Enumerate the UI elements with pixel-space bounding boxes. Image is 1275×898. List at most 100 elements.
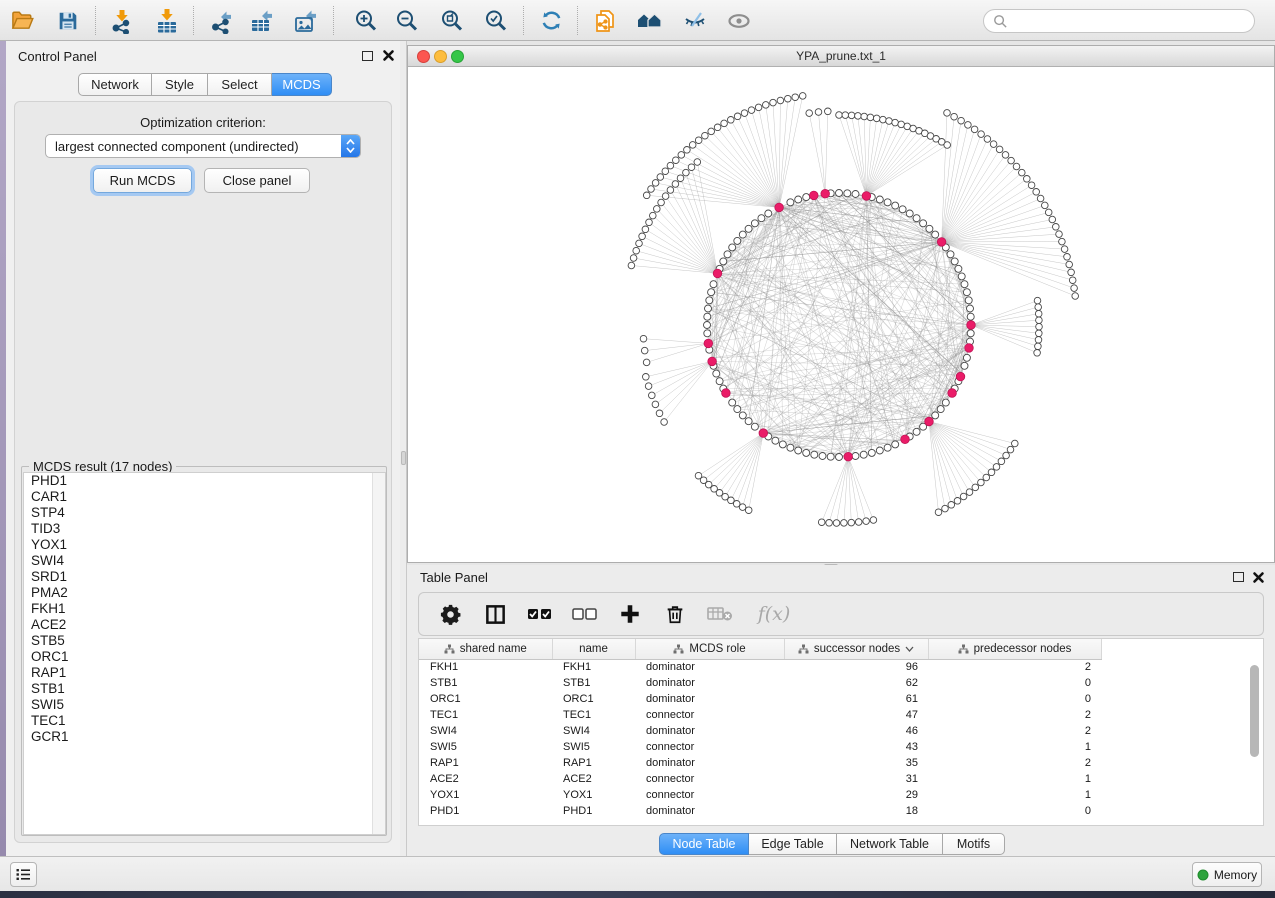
list-item[interactable]: ACE2 — [24, 617, 385, 633]
list-item[interactable]: PMA2 — [24, 585, 385, 601]
zoom-fit-icon[interactable] — [438, 7, 465, 34]
cell: SWI4 — [552, 723, 635, 739]
list-item[interactable]: STB5 — [24, 633, 385, 649]
float-icon[interactable] — [1233, 572, 1244, 582]
main-toolbar — [0, 0, 1275, 41]
refresh-layout-icon[interactable] — [538, 7, 565, 34]
cell: 35 — [784, 755, 928, 771]
list-item[interactable]: CAR1 — [24, 489, 385, 505]
select-all-icon[interactable] — [525, 600, 555, 628]
list-item[interactable]: GCR1 — [24, 729, 385, 745]
save-session-icon[interactable] — [54, 7, 81, 34]
table-row[interactable]: FKH1FKH1dominator962 — [419, 659, 1102, 675]
close-traffic-light[interactable] — [417, 50, 430, 63]
columns-icon[interactable] — [480, 600, 510, 628]
export-image-icon[interactable] — [292, 7, 319, 34]
function-builder-icon[interactable]: f(x) — [750, 600, 798, 628]
tab-network-table[interactable]: Network Table — [837, 833, 943, 855]
hide-selected-icon[interactable] — [681, 7, 708, 34]
column-header-name[interactable]: name — [552, 639, 635, 659]
tab-network[interactable]: Network — [78, 73, 152, 96]
criterion-dropdown[interactable]: largest connected component (undirected) — [45, 134, 361, 158]
export-network-icon[interactable] — [208, 7, 235, 34]
column-header-successor-nodes[interactable]: successor nodes — [784, 639, 928, 659]
add-column-icon[interactable] — [615, 600, 645, 628]
first-neighbors-icon[interactable] — [636, 7, 663, 34]
list-item[interactable]: TEC1 — [24, 713, 385, 729]
tab-select[interactable]: Select — [208, 73, 272, 96]
deselect-all-icon[interactable] — [570, 600, 600, 628]
zoom-selected-icon[interactable] — [482, 7, 509, 34]
tab-mcds[interactable]: MCDS — [272, 73, 332, 96]
network-canvas[interactable] — [408, 67, 1274, 562]
close-panel-button[interactable]: Close panel — [204, 168, 310, 193]
node-table-grid[interactable]: shared namenameMCDS rolesuccessor nodesp… — [419, 639, 1102, 819]
close-icon[interactable] — [382, 49, 395, 67]
cell: connector — [635, 707, 784, 723]
cell: TEC1 — [552, 707, 635, 723]
vertical-splitter[interactable] — [400, 41, 407, 856]
delete-table-icon[interactable] — [705, 600, 735, 628]
mcds-result-list[interactable]: PHD1CAR1STP4TID3YOX1SWI4SRD1PMA2FKH1ACE2… — [23, 472, 386, 835]
zoom-traffic-light[interactable] — [451, 50, 464, 63]
task-history-button[interactable] — [10, 862, 37, 887]
table-scrollbar[interactable] — [1250, 663, 1260, 821]
float-icon[interactable] — [362, 51, 373, 61]
list-item[interactable]: STP4 — [24, 505, 385, 521]
import-table-icon[interactable] — [153, 7, 180, 34]
list-item[interactable]: TID3 — [24, 521, 385, 537]
cell: RAP1 — [552, 755, 635, 771]
minimize-traffic-light[interactable] — [434, 50, 447, 63]
splitter-handle[interactable] — [401, 451, 406, 465]
result-scrollbar[interactable] — [372, 473, 385, 834]
tab-style[interactable]: Style — [152, 73, 208, 96]
tab-node-table[interactable]: Node Table — [659, 833, 749, 855]
run-mcds-button[interactable]: Run MCDS — [93, 168, 192, 193]
list-item[interactable]: SWI5 — [24, 697, 385, 713]
table-row[interactable]: YOX1YOX1connector291 — [419, 787, 1102, 803]
cell: 96 — [784, 659, 928, 675]
table-row[interactable]: TEC1TEC1connector472 — [419, 707, 1102, 723]
cell: SWI4 — [419, 723, 552, 739]
gear-icon[interactable] — [435, 600, 465, 628]
zoom-out-icon[interactable] — [393, 7, 420, 34]
show-all-icon[interactable] — [725, 7, 752, 34]
close-icon[interactable] — [1252, 571, 1265, 589]
table-row[interactable]: PHD1PHD1dominator180 — [419, 803, 1102, 819]
table-row[interactable]: ORC1ORC1dominator610 — [419, 691, 1102, 707]
table-scrollbar-thumb[interactable] — [1250, 665, 1259, 757]
delete-column-icon[interactable] — [660, 600, 690, 628]
cell: YOX1 — [552, 787, 635, 803]
table-row[interactable]: RAP1RAP1dominator352 — [419, 755, 1102, 771]
import-network-icon[interactable] — [108, 7, 135, 34]
table-row[interactable]: SWI4SWI4dominator462 — [419, 723, 1102, 739]
table-row[interactable]: ACE2ACE2connector311 — [419, 771, 1102, 787]
list-item[interactable]: STB1 — [24, 681, 385, 697]
search-input[interactable] — [983, 9, 1255, 33]
network-titlebar[interactable]: YPA_prune.txt_1 — [408, 46, 1274, 67]
list-item[interactable]: SRD1 — [24, 569, 385, 585]
table-row[interactable]: SWI5SWI5connector431 — [419, 739, 1102, 755]
cell: dominator — [635, 691, 784, 707]
tab-motifs[interactable]: Motifs — [943, 833, 1005, 855]
mcds-tab-content: Optimization criterion: largest connecte… — [14, 101, 392, 843]
column-header-shared-name[interactable]: shared name — [419, 639, 552, 659]
zoom-in-icon[interactable] — [352, 7, 379, 34]
memory-button[interactable]: Memory — [1192, 862, 1262, 887]
cell: 18 — [784, 803, 928, 819]
table-row[interactable]: STB1STB1dominator620 — [419, 675, 1102, 691]
open-file-icon[interactable] — [9, 7, 36, 34]
list-item[interactable]: SWI4 — [24, 553, 385, 569]
list-item[interactable]: FKH1 — [24, 601, 385, 617]
list-item[interactable]: ORC1 — [24, 649, 385, 665]
duplicate-network-icon[interactable] — [592, 7, 619, 34]
list-item[interactable]: RAP1 — [24, 665, 385, 681]
list-item[interactable]: PHD1 — [24, 473, 385, 489]
export-table-icon[interactable] — [248, 7, 275, 34]
cell: connector — [635, 771, 784, 787]
tab-edge-table[interactable]: Edge Table — [749, 833, 837, 855]
column-header-mcds-role[interactable]: MCDS role — [635, 639, 784, 659]
list-item[interactable]: YOX1 — [24, 537, 385, 553]
column-header-predecessor-nodes[interactable]: predecessor nodes — [928, 639, 1101, 659]
network-graph[interactable] — [408, 67, 1274, 562]
